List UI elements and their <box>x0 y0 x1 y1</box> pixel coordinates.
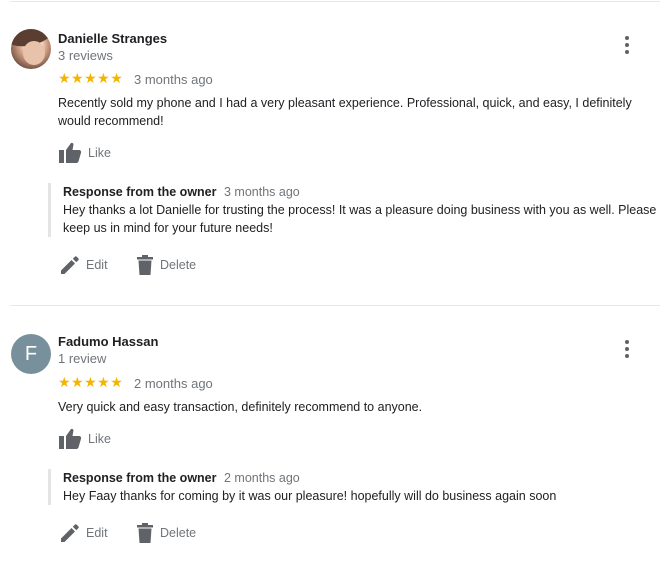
pencil-icon <box>61 524 79 542</box>
review-divider <box>10 305 660 306</box>
avatar[interactable] <box>11 29 51 69</box>
owner-response: Response from the owner 2 months ago Hey… <box>48 469 663 505</box>
reviewer-name[interactable]: Danielle Stranges <box>58 31 167 46</box>
response-time: 2 months ago <box>223 471 300 485</box>
reviewer-name[interactable]: Fadumo Hassan <box>58 334 158 349</box>
more-options-icon[interactable] <box>621 36 633 54</box>
avatar[interactable]: F <box>11 334 51 374</box>
trash-icon <box>137 255 153 275</box>
top-divider <box>10 1 660 2</box>
review-time: 2 months ago <box>134 376 213 391</box>
like-label: Like <box>88 146 111 160</box>
delete-label: Delete <box>160 526 197 540</box>
review-text: Recently sold my phone and I had a very … <box>58 96 632 128</box>
edit-label: Edit <box>86 258 108 272</box>
edit-button[interactable]: Edit <box>60 523 108 543</box>
response-owner-label: Response from the owner <box>63 471 217 485</box>
star-rating: ★★★★★ <box>58 70 124 86</box>
review-text: Very quick and easy transaction, definit… <box>58 400 423 414</box>
like-label: Like <box>88 432 111 446</box>
star-rating: ★★★★★ <box>58 374 124 390</box>
response-text: Hey Faay thanks for coming by it was our… <box>63 489 557 503</box>
pencil-icon <box>61 256 79 274</box>
response-text: Hey thanks a lot Danielle for trusting t… <box>63 203 657 235</box>
review-count: 1 review <box>58 351 107 366</box>
like-button[interactable]: Like <box>58 142 111 164</box>
trash-icon <box>137 523 153 543</box>
delete-label: Delete <box>160 258 197 272</box>
edit-label: Edit <box>86 526 108 540</box>
delete-button[interactable]: Delete <box>136 523 196 543</box>
like-button[interactable]: Like <box>58 428 111 450</box>
edit-button[interactable]: Edit <box>60 255 108 275</box>
review-time: 3 months ago <box>134 72 213 87</box>
review-count: 3 reviews <box>58 48 113 63</box>
owner-response: Response from the owner 3 months ago Hey… <box>48 183 663 237</box>
delete-button[interactable]: Delete <box>136 255 196 275</box>
response-time: 3 months ago <box>223 185 300 199</box>
thumbs-up-icon <box>59 142 82 163</box>
thumbs-up-icon <box>59 428 82 449</box>
response-owner-label: Response from the owner <box>63 185 217 199</box>
more-options-icon[interactable] <box>621 340 633 358</box>
